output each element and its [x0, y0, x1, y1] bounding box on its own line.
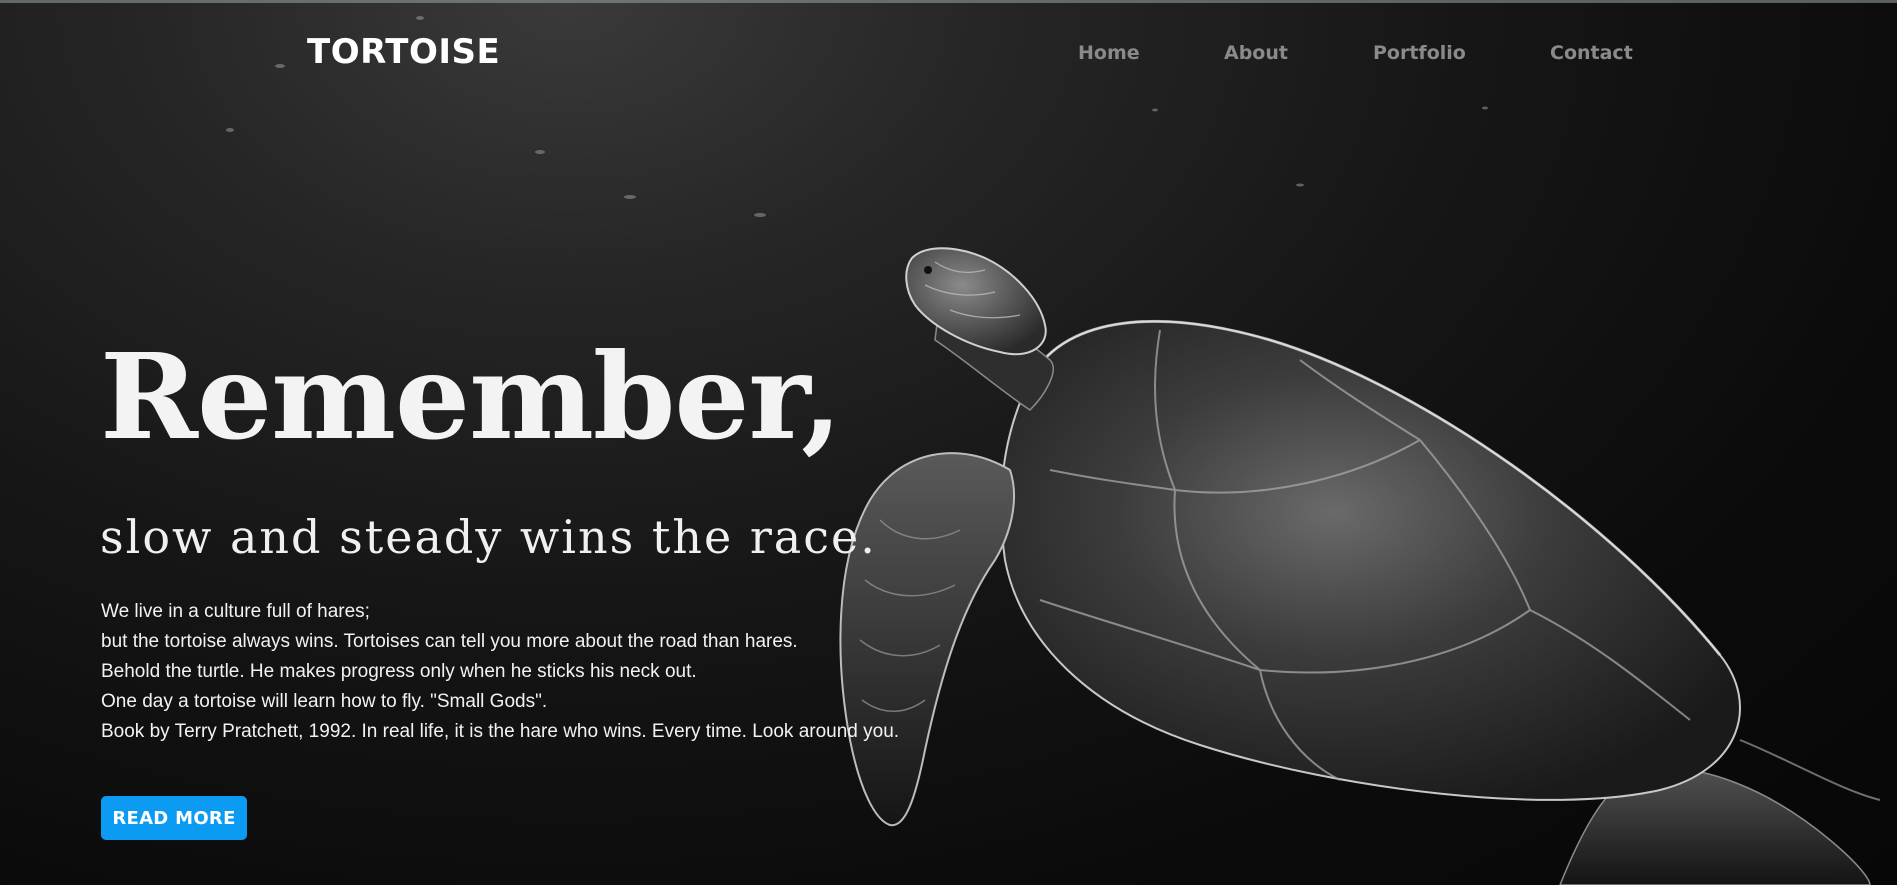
paragraph-line: We live in a culture full of hares;	[101, 601, 370, 622]
hero-headline: Remember,	[100, 327, 842, 466]
paragraph-line: but the tortoise always wins. Tortoises …	[101, 631, 798, 652]
logo[interactable]: TORTOISE	[307, 32, 500, 72]
hero-subheadline: slow and steady wins the race.	[100, 510, 877, 564]
nav-item-contact[interactable]: Contact	[1550, 42, 1660, 64]
hero-paragraph: We live in a culture full of hares; but …	[101, 597, 899, 747]
nav-item-about[interactable]: About	[1224, 42, 1373, 64]
paragraph-line: Behold the turtle. He makes progress onl…	[101, 661, 697, 682]
nav-item-home[interactable]: Home	[1078, 42, 1224, 64]
nav-item-portfolio[interactable]: Portfolio	[1373, 42, 1550, 64]
read-more-button[interactable]: READ MORE	[101, 796, 247, 840]
paragraph-line: One day a tortoise will learn how to fly…	[101, 691, 548, 712]
paragraph-line: Book by Terry Pratchett, 1992. In real l…	[101, 721, 900, 742]
main-nav: Home About Portfolio Contact	[1078, 42, 1660, 64]
hero-section: TORTOISE Home About Portfolio Contact Re…	[0, 0, 1897, 885]
